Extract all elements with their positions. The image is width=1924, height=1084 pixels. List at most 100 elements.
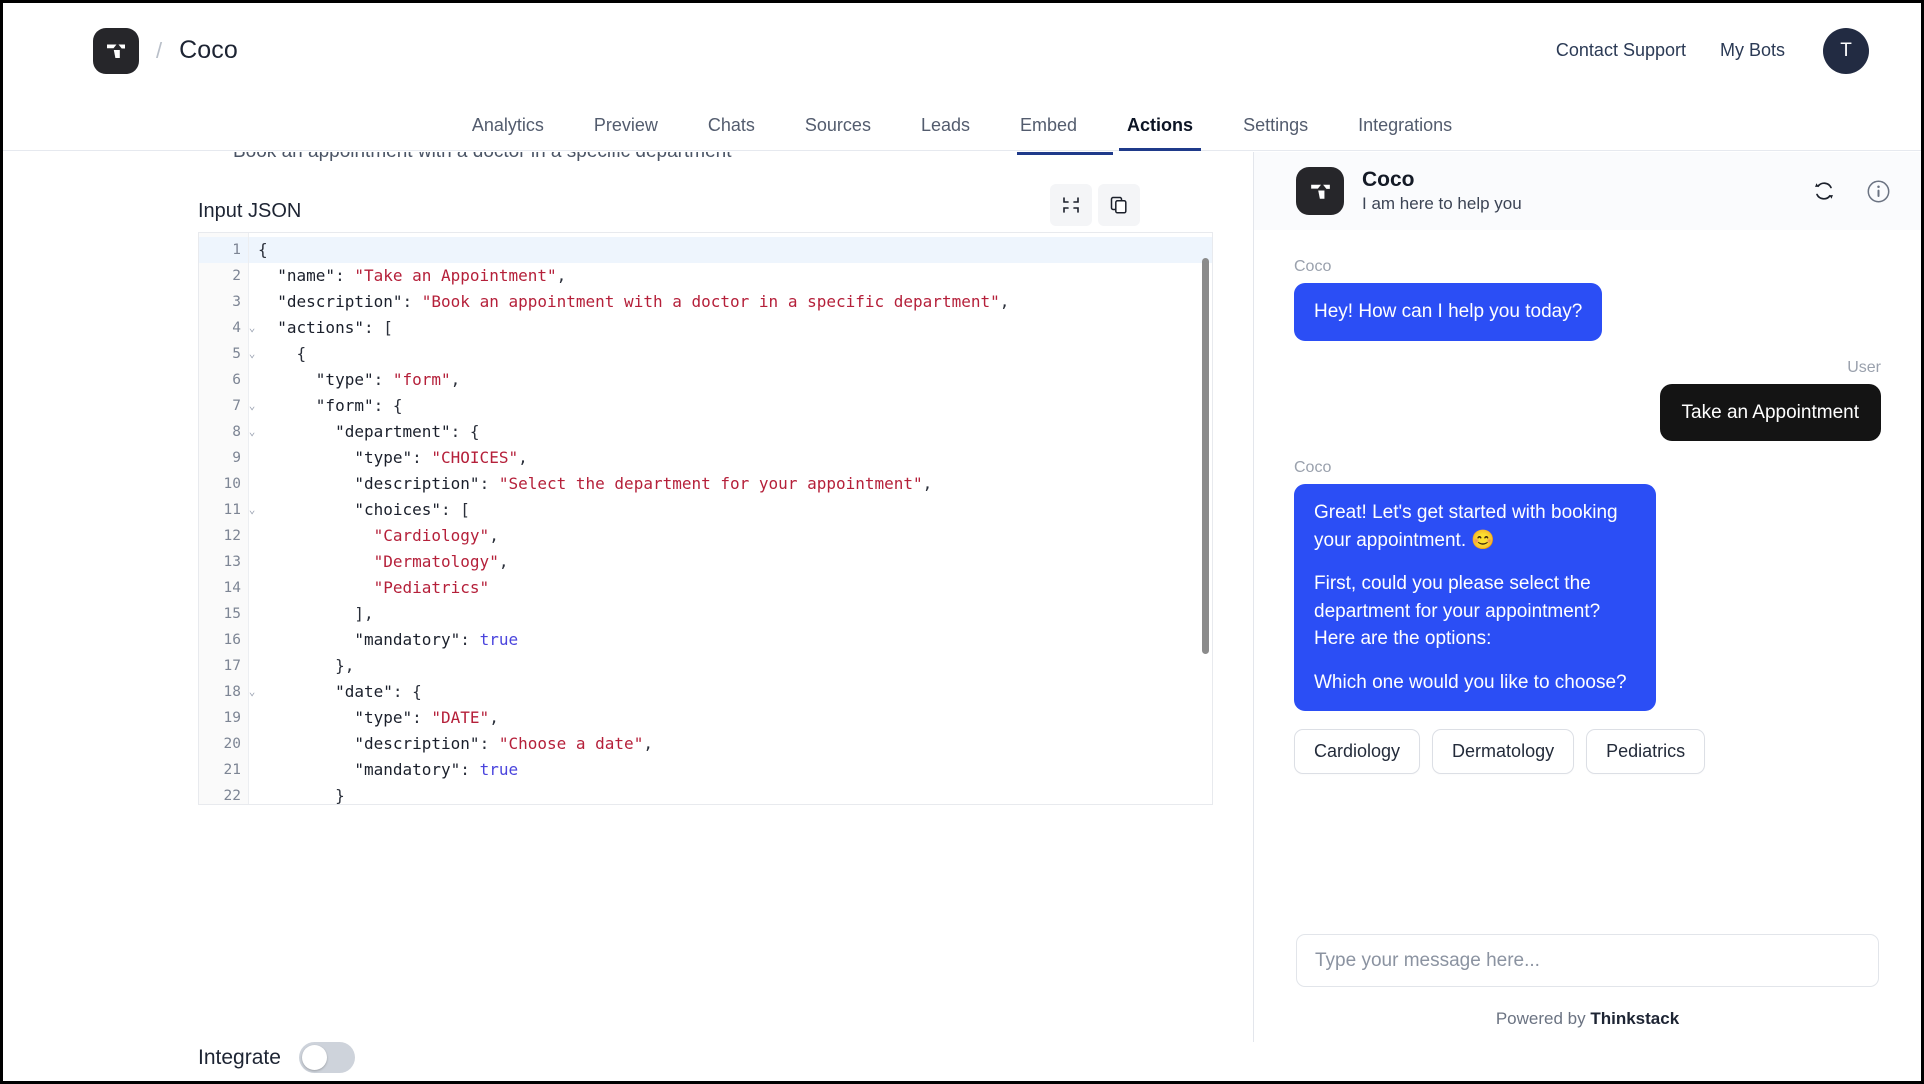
code-token-key: "description"	[258, 474, 480, 493]
code-token-punc: ,	[922, 474, 933, 493]
collapse-icon[interactable]	[1050, 184, 1092, 226]
code-line[interactable]: "form": {	[249, 393, 1212, 419]
integrate-label: Integrate	[198, 1045, 281, 1069]
code-line[interactable]: "type": "DATE",	[249, 705, 1212, 731]
code-token-punc: :	[402, 292, 422, 311]
tab-chats[interactable]: Chats	[683, 115, 780, 150]
code-token-key: "actions"	[258, 318, 364, 337]
code-token-key: "form"	[258, 396, 374, 415]
code-token-key: "department"	[258, 422, 451, 441]
code-token-str: "form"	[392, 370, 451, 389]
code-line[interactable]: "type": "form",	[249, 367, 1212, 393]
line-number: 13	[223, 554, 241, 570]
avatar[interactable]: T	[1823, 27, 1869, 74]
tab-settings[interactable]: Settings	[1218, 115, 1333, 150]
tab-leads[interactable]: Leads	[896, 115, 995, 150]
my-bots-link[interactable]: My Bots	[1720, 40, 1785, 61]
line-number: 1⌄	[199, 237, 255, 263]
copy-icon[interactable]	[1098, 184, 1140, 226]
code-line[interactable]: },	[249, 653, 1212, 679]
code-token-bool: true	[479, 760, 519, 779]
code-token-punc: :	[373, 370, 393, 389]
input-json-label: Input JSON	[198, 200, 302, 222]
chat-message-input[interactable]: Type your message here...	[1296, 934, 1879, 987]
code-token-punc: : [	[363, 318, 393, 337]
line-number: 18 ⌄	[199, 679, 256, 705]
page-title: Coco	[179, 36, 238, 64]
code-token-punc: ,	[556, 266, 567, 285]
code-token-key: "type"	[258, 448, 413, 467]
quick-reply-button[interactable]: Dermatology	[1432, 729, 1575, 775]
line-number: 8 ⌄	[199, 419, 255, 445]
code-line[interactable]: }	[249, 783, 1212, 804]
code-line[interactable]: ],	[249, 601, 1212, 627]
code-line[interactable]: "date": {	[249, 679, 1212, 705]
code-line[interactable]: "Cardiology",	[249, 523, 1212, 549]
code-line[interactable]: "description": "Select the department fo…	[249, 471, 1212, 497]
refresh-icon[interactable]	[1812, 179, 1836, 203]
code-token-key: "description"	[258, 292, 403, 311]
tab-preview[interactable]: Preview	[569, 115, 683, 150]
code-line[interactable]: "type": "CHOICES",	[249, 445, 1212, 471]
code-line[interactable]: {	[249, 237, 1212, 263]
tab-analytics[interactable]: Analytics	[447, 115, 569, 150]
code-token-punc: :	[479, 474, 499, 493]
code-line[interactable]: "description": "Book an appointment with…	[249, 289, 1212, 315]
quick-reply-button[interactable]: Pediatrics	[1586, 729, 1706, 775]
line-number: 6	[232, 372, 241, 388]
code-line[interactable]: "Dermatology",	[249, 549, 1212, 575]
tab-sources[interactable]: Sources	[780, 115, 896, 150]
line-number: 21	[223, 762, 241, 778]
code-line[interactable]: "actions": [	[249, 315, 1212, 341]
chat-bot-name: Coco	[1362, 167, 1415, 191]
powered-prefix: Powered by	[1495, 1009, 1591, 1028]
line-number: 5 ⌄	[199, 341, 255, 367]
chat-preview-pane: Coco I am here to help you Coco Hey! How…	[1254, 152, 1921, 1081]
code-line[interactable]: "choices": [	[249, 497, 1212, 523]
thinkstack-logo-icon[interactable]	[93, 27, 139, 74]
code-line[interactable]: "description": "Choose a date",	[249, 731, 1212, 757]
contact-support-link[interactable]: Contact Support	[1556, 40, 1686, 61]
code-line[interactable]: {	[249, 341, 1212, 367]
code-token-str: "Dermatology"	[258, 552, 499, 571]
code-token-punc: },	[258, 656, 355, 675]
code-token-str: "CHOICES"	[431, 448, 519, 467]
info-circle-icon[interactable]	[1866, 179, 1891, 204]
code-token-punc: {	[258, 344, 307, 363]
line-number: 17	[223, 658, 241, 674]
message-paragraph: Hey! How can I help you today?	[1314, 301, 1583, 322]
message-sender-label: Coco	[1294, 258, 1332, 275]
message-row: Take an Appointment	[1294, 383, 1881, 442]
integrate-toggle[interactable]	[298, 1042, 355, 1073]
code-token-punc: ,	[643, 734, 653, 753]
message-sender-label: User	[1847, 358, 1881, 376]
main-tabs: Analytics Preview Chats Sources Leads Em…	[3, 98, 1921, 151]
message-sender-label: Coco	[1294, 459, 1332, 477]
action-description-clipped: Book an appointment with a doctor in a s…	[233, 152, 732, 163]
code-line[interactable]: "department": {	[249, 419, 1212, 445]
code-line[interactable]: "name": "Take an Appointment",	[249, 263, 1212, 289]
message-paragraph: First, could you please select the depar…	[1314, 573, 1601, 650]
code-line[interactable]: "Pediatrics"	[249, 575, 1212, 601]
message-row: Great! Let's get started with booking yo…	[1294, 484, 1881, 712]
chat-header-actions	[1812, 179, 1891, 204]
code-token-punc: :	[460, 630, 480, 649]
quick-reply-button[interactable]: Cardiology	[1294, 729, 1421, 775]
tab-integrations[interactable]: Integrations	[1333, 115, 1477, 150]
quick-reply-options: Cardiology Dermatology Pediatrics	[1294, 729, 1881, 775]
code-token-punc: : {	[392, 682, 422, 701]
code-line[interactable]: "mandatory": true	[249, 627, 1212, 653]
tab-embed[interactable]: Embed	[995, 115, 1102, 150]
json-code-editor[interactable]: 1⌄ 2 3 4⌄5⌄ 6 7⌄8⌄ 9 10 11⌄ 12 13 14 15 16 17 18⌄ 19 20 21…	[198, 232, 1213, 805]
line-number: 9	[232, 450, 241, 466]
code-lines[interactable]: { "name": "Take an Appointment", "descri…	[249, 233, 1212, 804]
tab-actions[interactable]: Actions	[1102, 115, 1218, 151]
code-line[interactable]: "mandatory": true	[249, 757, 1212, 783]
line-number: 11 ⌄	[199, 497, 256, 523]
editor-toolbar	[1050, 184, 1140, 226]
code-token-punc: :	[412, 448, 432, 467]
code-token-key: "type"	[258, 370, 374, 389]
code-token-punc: : [	[441, 500, 470, 519]
bot-message-bubble: Great! Let's get started with booking yo…	[1294, 484, 1656, 712]
editor-scrollbar[interactable]	[1202, 258, 1209, 654]
